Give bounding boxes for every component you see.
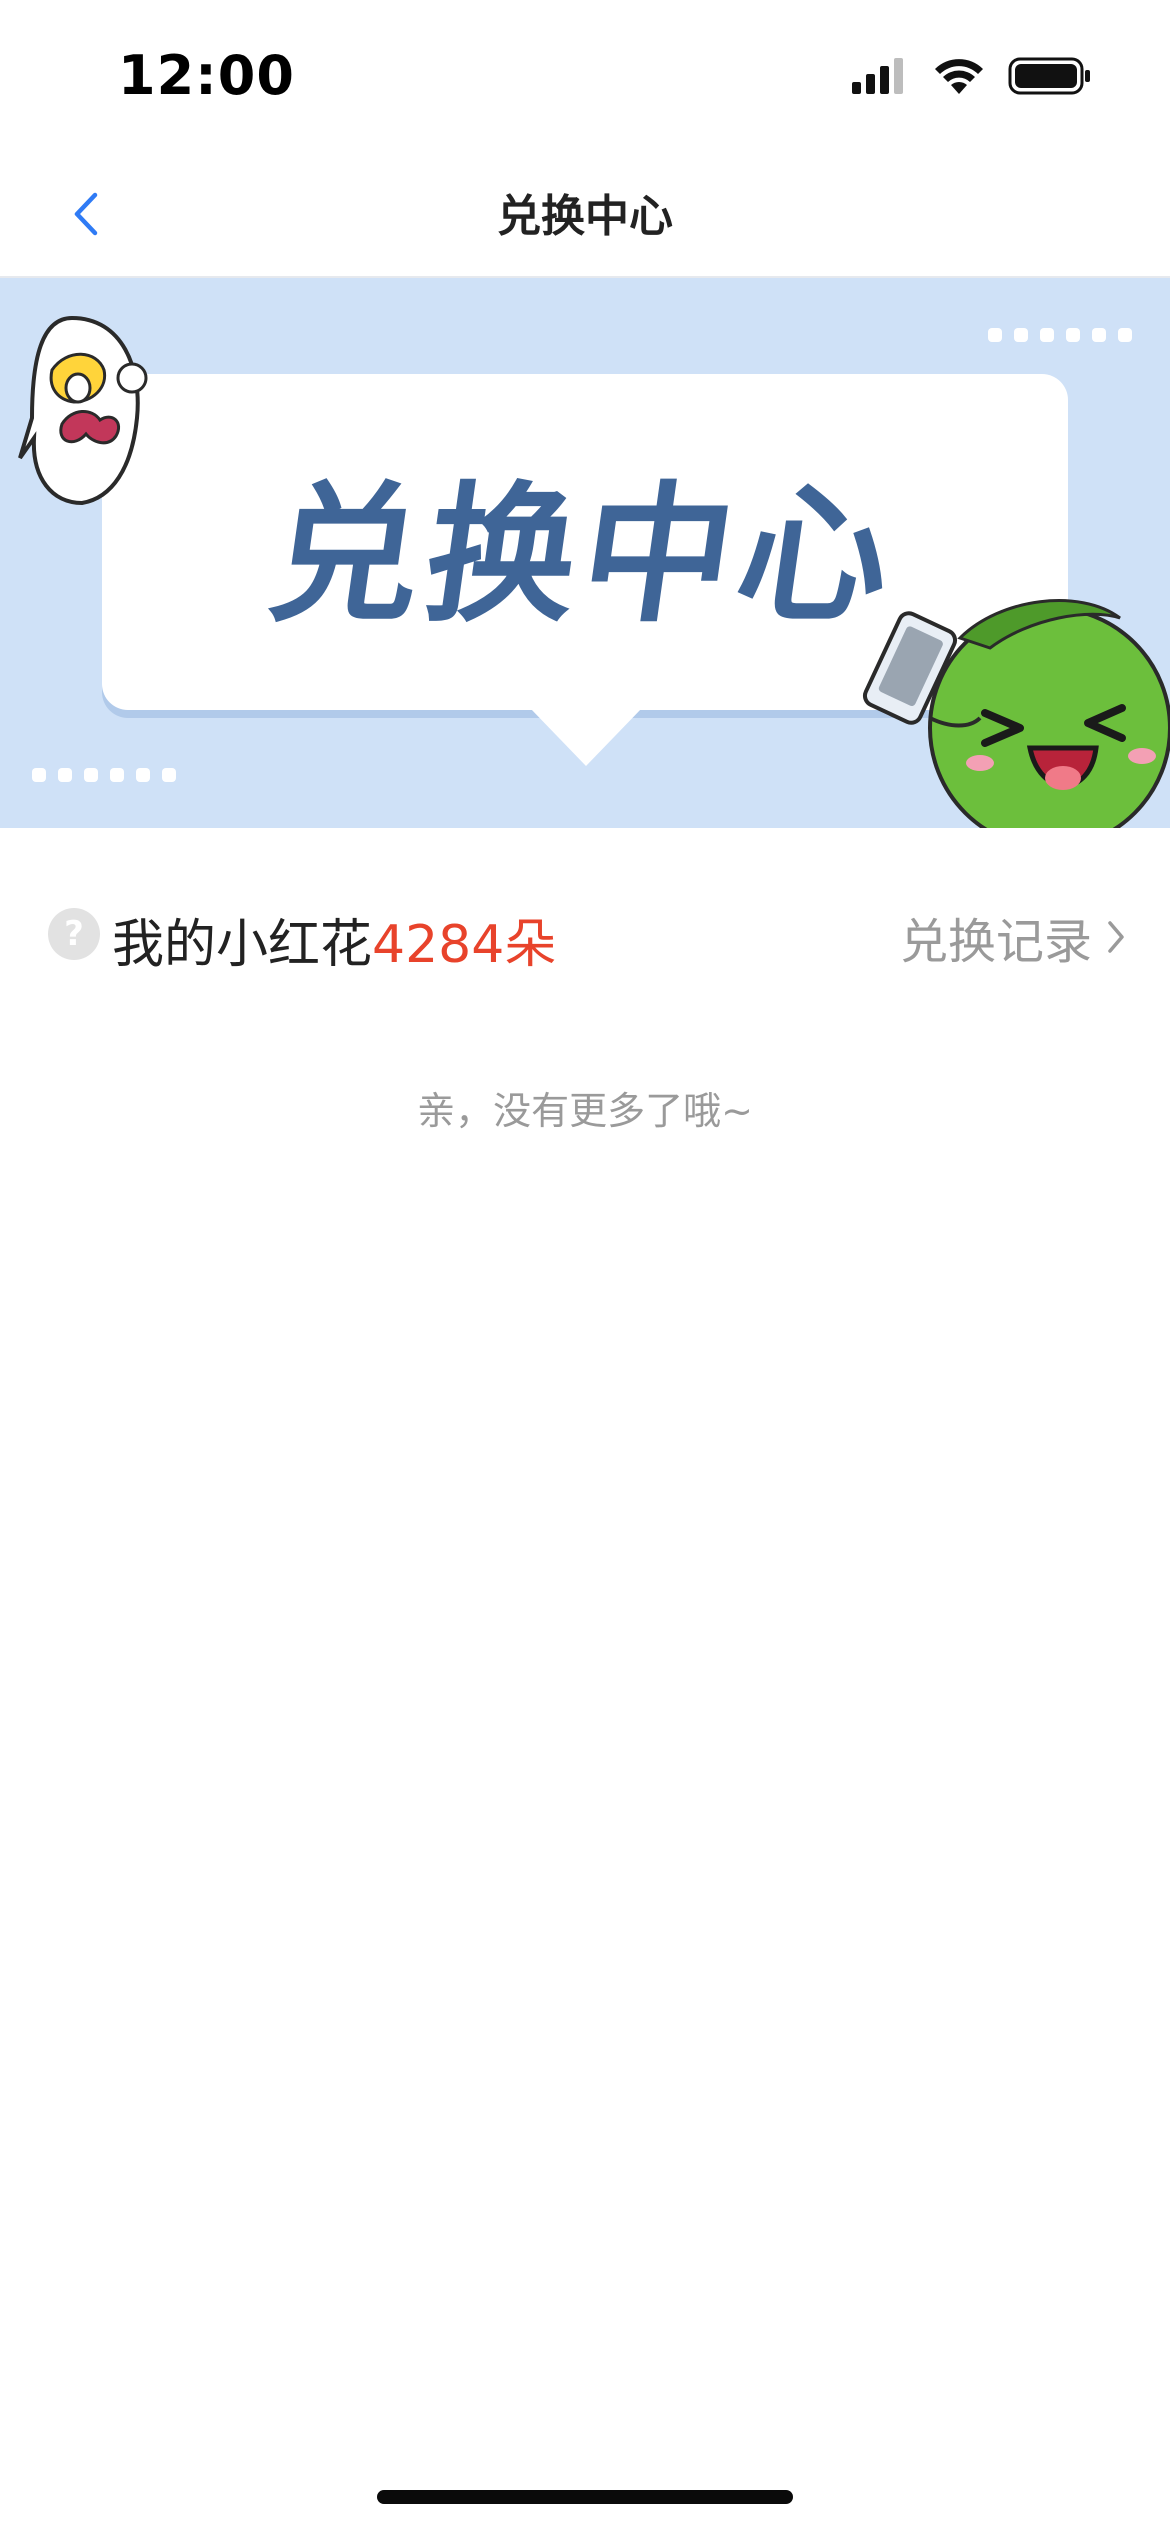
flower-label: 我的小红花 xyxy=(112,915,373,975)
help-icon[interactable]: ? xyxy=(48,908,100,960)
nav-bar: 兑换中心 xyxy=(0,150,1170,278)
green-mascot-icon xyxy=(862,599,1170,828)
dots-bottom-left-icon xyxy=(32,768,176,782)
chevron-right-icon xyxy=(1106,919,1126,955)
flower-count: 4284朵 xyxy=(372,915,557,975)
help-symbol: ? xyxy=(64,914,84,954)
exchange-record-link[interactable]: 兑换记录 xyxy=(900,902,1126,972)
wifi-icon xyxy=(935,59,983,94)
dots-top-right-icon xyxy=(988,328,1132,342)
flower-balance-row: ? 我的小红花4284朵 兑换记录 xyxy=(0,860,1170,1000)
flower-balance: 我的小红花4284朵 xyxy=(112,902,556,977)
exchange-banner: 兑换中心 xyxy=(0,278,1170,828)
exchange-center-screen: 12:00 兑换中心 兑换中心 ? 我的小红花4284朵 兑换记录 亲，没有更多… xyxy=(0,0,1170,2532)
empty-list-message: 亲，没有更多了哦~ xyxy=(417,1089,753,1133)
status-icons xyxy=(850,56,1092,96)
bird-mascot-icon xyxy=(18,315,148,506)
status-time: 12:00 xyxy=(118,44,295,107)
battery-icon xyxy=(1008,57,1090,95)
exchange-record-label: 兑换记录 xyxy=(899,914,1092,970)
cellular-signal-icon xyxy=(852,58,903,94)
banner-title: 兑换中心 xyxy=(258,468,908,643)
page-title: 兑换中心 xyxy=(497,191,673,242)
status-bar: 12:00 xyxy=(0,0,1170,150)
home-indicator[interactable] xyxy=(377,2490,793,2504)
